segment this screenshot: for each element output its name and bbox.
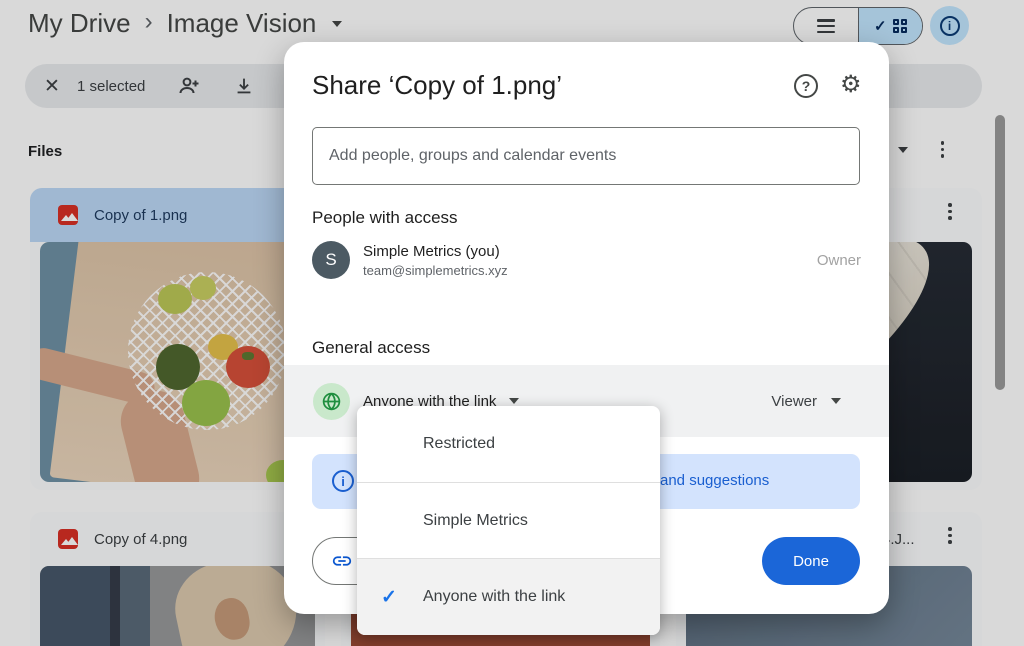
person-row: S Simple Metrics (you) team@simplemetric… <box>312 240 861 280</box>
share-settings-button[interactable]: ⚙ <box>840 70 862 98</box>
menu-item-label: Restricted <box>423 435 495 453</box>
gear-icon: ⚙ <box>840 70 862 98</box>
access-caret-icon <box>509 398 519 404</box>
add-people-input[interactable] <box>312 127 860 185</box>
person-role: Owner <box>817 252 861 269</box>
role-caret-icon <box>831 398 841 404</box>
menu-item-restricted[interactable]: Restricted <box>357 406 660 482</box>
dialog-title: Share ‘Copy of 1.png’ <box>312 70 562 101</box>
role-select[interactable]: Viewer <box>771 393 841 410</box>
banner-text-fragment: and suggestions <box>660 472 769 489</box>
help-icon: ? <box>802 78 811 94</box>
general-access-dropdown: Restricted Simple Metrics ✓ Anyone with … <box>357 406 660 635</box>
link-icon <box>331 550 353 572</box>
person-meta: Simple Metrics (you) team@simplemetrics.… <box>363 243 508 278</box>
banner-info-icon: i <box>332 470 354 492</box>
menu-item-anyone-with-link[interactable]: ✓ Anyone with the link <box>357 558 660 635</box>
menu-item-label: Anyone with the link <box>423 588 565 606</box>
globe-chip <box>313 383 350 420</box>
menu-item-label: Simple Metrics <box>423 512 528 530</box>
globe-icon <box>321 391 342 412</box>
avatar: S <box>312 241 350 279</box>
person-name: Simple Metrics (you) <box>363 243 508 260</box>
general-access-heading: General access <box>312 338 430 358</box>
menu-item-simple-metrics[interactable]: Simple Metrics <box>357 482 660 559</box>
google-drive-screen: My Drive › Image Vision ✓ i ✕ 1 selected <box>0 0 1024 646</box>
people-with-access-heading: People with access <box>312 208 458 228</box>
role-value: Viewer <box>771 393 817 410</box>
check-icon: ✓ <box>381 586 423 609</box>
person-email: team@simplemetrics.xyz <box>363 263 508 278</box>
done-button[interactable]: Done <box>762 537 860 585</box>
help-button[interactable]: ? <box>794 74 818 98</box>
